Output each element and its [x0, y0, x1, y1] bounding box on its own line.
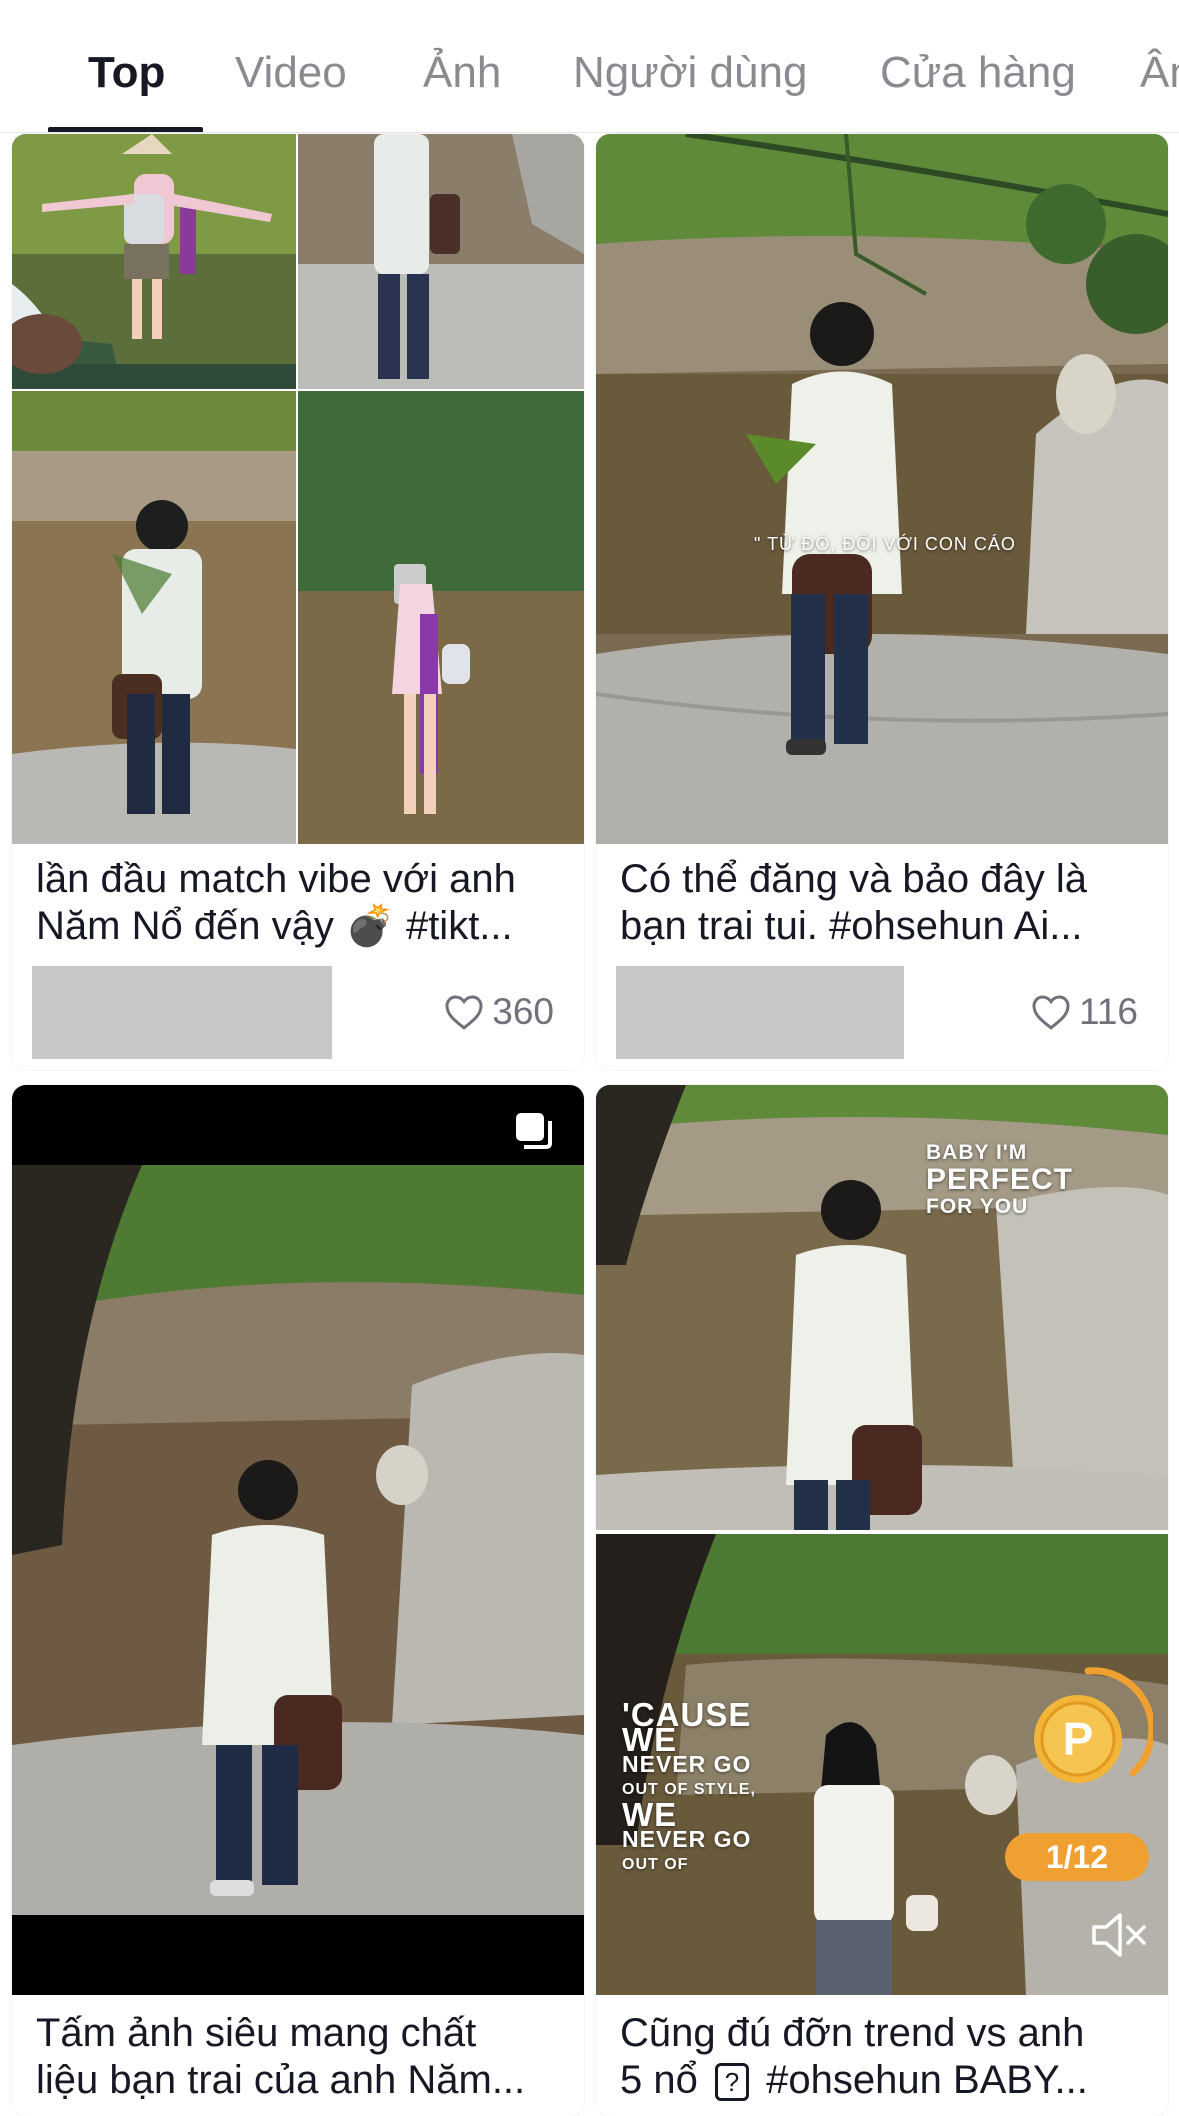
result-thumbnail-1[interactable]	[12, 134, 584, 844]
result-thumbnail-3[interactable]	[12, 1085, 584, 1995]
result-caption-1[interactable]: lần đầu match vibe với anh Năm Nổ đến vậ…	[36, 856, 560, 950]
carousel-icon	[516, 1113, 552, 1149]
photo-collage	[12, 134, 584, 844]
tab-top[interactable]: Top	[88, 47, 165, 99]
heart-icon	[445, 995, 483, 1030]
video-overlay-text: " TỪ ĐÓ, ĐỐI VỚI CON CÁO	[754, 534, 1016, 554]
search-tabs: Top Video Ảnh Người dùng Cửa hàng Âm	[0, 0, 1179, 133]
result-card-3[interactable]: Tấm ảnh siêu mang chất liệu bạn trai của…	[12, 1085, 584, 2116]
result-card-2[interactable]: " TỪ ĐÓ, ĐỐI VỚI CON CÁO Có thể đăng và …	[596, 134, 1168, 1070]
mute-icon[interactable]	[1088, 1907, 1150, 1963]
like-count: 360	[444, 991, 554, 1033]
result-caption-2[interactable]: Có thể đăng và bảo đây là bạn trai tui. …	[620, 856, 1144, 950]
result-thumbnail-2[interactable]: " TỪ ĐÓ, ĐỐI VỚI CON CÁO	[596, 134, 1168, 844]
result-caption-3[interactable]: Tấm ảnh siêu mang chất liệu bạn trai của…	[36, 2010, 560, 2104]
result-card-4[interactable]: BABY I'M PERFECT FOR YOU 'CAUSE WE NEVER…	[596, 1085, 1168, 2116]
author-placeholder[interactable]	[616, 966, 904, 1059]
tab-video[interactable]: Video	[235, 47, 347, 99]
tab-shop[interactable]: Cửa hàng	[880, 47, 1076, 99]
tab-photos[interactable]: Ảnh	[423, 47, 501, 99]
result-card-1[interactable]: lần đầu match vibe với anh Năm Nổ đến vậ…	[12, 134, 584, 1070]
slide-counter-badge: 1/12	[1005, 1833, 1149, 1881]
tab-users[interactable]: Người dùng	[573, 47, 807, 99]
heart-icon	[1032, 995, 1070, 1030]
svg-text:P: P	[1063, 1713, 1094, 1765]
man-at-stream-photo	[12, 1085, 584, 1995]
like-count: 116	[1031, 991, 1138, 1033]
overlay-text-top: BABY I'M PERFECT FOR YOU	[926, 1141, 1074, 1218]
man-at-stream-photo	[596, 134, 1168, 844]
question-box-icon: ?	[714, 2063, 749, 2102]
coin-icon[interactable]: P	[1023, 1665, 1153, 1795]
author-placeholder[interactable]	[32, 966, 332, 1059]
result-caption-4[interactable]: Cũng đú đỡn trend vs anh 5 nổ ? #ohsehun…	[620, 2010, 1144, 2104]
active-tab-indicator	[48, 127, 203, 132]
overlay-text-bottom: 'CAUSE WE NEVER GO OUT OF STYLE, WE NEVE…	[622, 1696, 756, 1873]
tab-sound[interactable]: Âm	[1140, 47, 1179, 99]
